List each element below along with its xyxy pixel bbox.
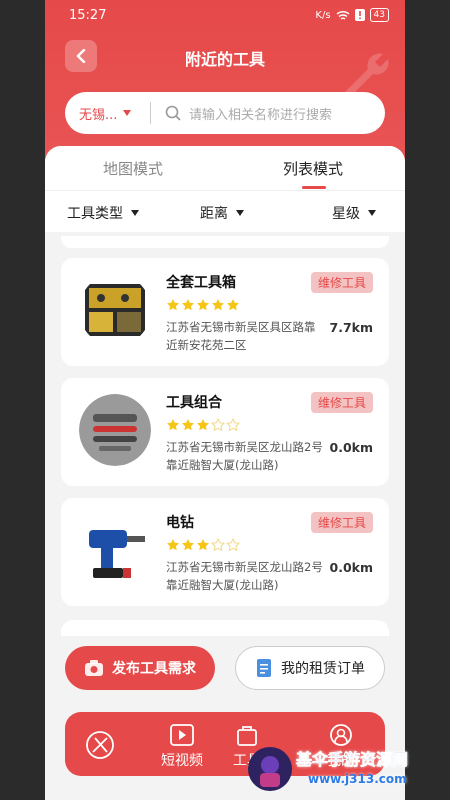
battery-icon: 43 bbox=[369, 8, 389, 22]
star-empty-icon bbox=[211, 538, 225, 552]
tool-set-image bbox=[79, 394, 151, 466]
filter-bar: 工具类型 距离 星级 bbox=[45, 190, 405, 232]
star-filled-icon bbox=[182, 539, 194, 551]
tab-map-mode[interactable]: 地图模式 bbox=[103, 158, 163, 179]
category-tag: 维修工具 bbox=[310, 392, 373, 413]
star-filled-icon bbox=[197, 539, 209, 551]
list-item[interactable]: 工具组合 维修工具 江苏省无锡市新吴区龙山路2号靠近融智大厦(龙山路) 0.0k… bbox=[61, 378, 389, 486]
city-label: 无锡... bbox=[79, 107, 118, 123]
tool-name: 电钻 bbox=[166, 515, 194, 531]
network-speed: K/s bbox=[315, 9, 331, 21]
category-tag: 维修工具 bbox=[310, 272, 373, 293]
app-screen: 15:27 K/s 43 附近的工具 无锡... 请输入相关名称进行搜索 地图模… bbox=[45, 0, 405, 800]
header: 附近的工具 bbox=[45, 36, 405, 99]
search-bar: 无锡... 请输入相关名称进行搜索 bbox=[65, 92, 385, 134]
filter-rating[interactable]: 星级 bbox=[332, 203, 376, 223]
star-rating bbox=[166, 298, 240, 312]
toolbox-image bbox=[85, 284, 145, 336]
status-bar: 15:27 K/s 43 bbox=[45, 0, 405, 32]
star-filled-icon bbox=[197, 419, 209, 431]
tab-list-mode[interactable]: 列表模式 bbox=[283, 158, 343, 179]
watermark-title: 基伞手游资源网 bbox=[296, 750, 409, 770]
video-icon bbox=[170, 724, 194, 746]
document-icon bbox=[257, 659, 271, 677]
search-input[interactable]: 请输入相关名称进行搜索 bbox=[151, 104, 332, 123]
caret-down-icon bbox=[368, 210, 376, 216]
tool-address: 江苏省无锡市新吴区龙山路2号靠近融智大厦(龙山路) bbox=[166, 440, 323, 472]
filter-label: 工具类型 bbox=[67, 206, 123, 222]
publish-request-button[interactable]: 发布工具需求 bbox=[65, 646, 215, 690]
list-item[interactable]: 电钻 维修工具 江苏省无锡市新吴区龙山路2号靠近融智大厦(龙山路) 0.0km bbox=[61, 498, 389, 606]
star-filled-icon bbox=[167, 539, 179, 551]
search-icon bbox=[165, 105, 181, 121]
nav-label: 短视频 bbox=[161, 753, 203, 769]
tool-address: 江苏省无锡市新吴区龙山路2号靠近融智大厦(龙山路) bbox=[166, 560, 323, 592]
tool-distance: 0.0km bbox=[329, 560, 373, 575]
star-rating bbox=[166, 418, 240, 432]
star-filled-icon bbox=[197, 299, 209, 311]
nav-short-video[interactable]: 短视频 bbox=[161, 724, 203, 770]
star-rating bbox=[166, 538, 240, 552]
filter-tool-type[interactable]: 工具类型 bbox=[67, 203, 139, 223]
star-filled-icon bbox=[212, 299, 224, 311]
city-selector[interactable]: 无锡... bbox=[65, 104, 150, 123]
caret-down-icon bbox=[123, 110, 132, 116]
nav-home[interactable] bbox=[85, 730, 115, 764]
filter-label: 星级 bbox=[332, 206, 360, 222]
list-item[interactable]: 全套工具箱 维修工具 江苏省无锡市新吴区具区路靠近新安花苑二区 7.7km bbox=[61, 258, 389, 366]
list-item-partial bbox=[61, 236, 389, 248]
category-tag: 维修工具 bbox=[310, 512, 373, 533]
active-tab-indicator bbox=[302, 186, 326, 189]
caret-down-icon bbox=[131, 210, 139, 216]
star-filled-icon bbox=[167, 299, 179, 311]
tool-distance: 0.0km bbox=[329, 440, 373, 455]
camera-icon bbox=[85, 660, 103, 676]
star-filled-icon bbox=[227, 299, 239, 311]
wifi-icon bbox=[336, 10, 350, 20]
tool-name: 工具组合 bbox=[166, 395, 222, 411]
orders-label: 我的租赁订单 bbox=[281, 661, 365, 677]
search-placeholder: 请输入相关名称进行搜索 bbox=[189, 107, 333, 123]
caret-down-icon bbox=[236, 210, 244, 216]
filter-distance[interactable]: 距离 bbox=[200, 203, 244, 223]
status-icons: K/s 43 bbox=[315, 8, 389, 22]
status-time: 15:27 bbox=[69, 8, 107, 23]
star-empty-icon bbox=[211, 418, 225, 432]
alert-icon bbox=[354, 9, 365, 21]
tool-name: 全套工具箱 bbox=[166, 275, 236, 291]
watermark-logo-icon bbox=[248, 747, 292, 791]
star-filled-icon bbox=[182, 299, 194, 311]
star-filled-icon bbox=[167, 419, 179, 431]
tool-distance: 7.7km bbox=[329, 320, 373, 335]
star-empty-icon bbox=[226, 418, 240, 432]
tool-address: 江苏省无锡市新吴区具区路靠近新安花苑二区 bbox=[166, 320, 316, 352]
drill-image bbox=[89, 530, 145, 578]
mode-tabs: 地图模式 列表模式 bbox=[45, 146, 405, 190]
watermark: 基伞手游资源网 www.j313.com bbox=[246, 740, 446, 798]
star-empty-icon bbox=[226, 538, 240, 552]
my-orders-button[interactable]: 我的租赁订单 bbox=[235, 646, 385, 690]
publish-label: 发布工具需求 bbox=[112, 661, 196, 677]
filter-label: 距离 bbox=[200, 206, 228, 222]
watermark-url: www.j313.com bbox=[308, 772, 407, 786]
star-filled-icon bbox=[182, 419, 194, 431]
action-bar: 发布工具需求 我的租赁订单 bbox=[45, 636, 405, 706]
tools-icon bbox=[86, 731, 114, 759]
